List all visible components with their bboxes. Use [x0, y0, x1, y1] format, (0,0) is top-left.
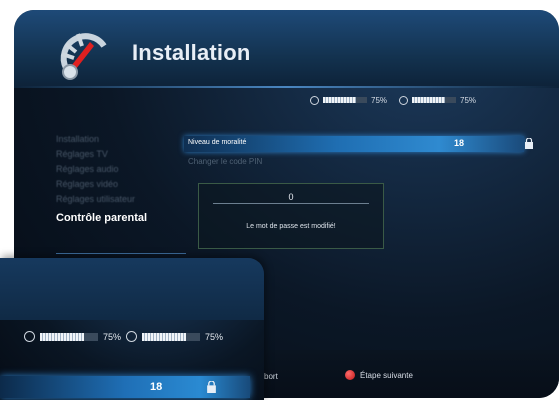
- inset-signal-strength-fill: [40, 332, 84, 341]
- menu-item-installation[interactable]: Installation: [56, 132, 168, 147]
- inset-signal-strength-icon: [24, 331, 35, 342]
- maturity-level-value: 18: [453, 138, 464, 148]
- menu-item-video[interactable]: Réglages vidéo: [56, 177, 168, 192]
- signal-strength-icon: [310, 95, 319, 105]
- zoomed-inset: 75% 75% 18: [0, 258, 264, 400]
- inset-signal-strength-value: 75%: [103, 331, 122, 342]
- header-bar: Installation: [14, 10, 559, 88]
- signal-quality-value: 75%: [460, 95, 477, 105]
- inset-signal-strength-bar: [40, 332, 98, 341]
- pin-input-line: [213, 203, 369, 204]
- signal-strength-bar: [323, 97, 367, 103]
- next-step-button[interactable]: Étape suivante: [345, 370, 413, 380]
- inset-signal-quality-fill: [142, 332, 186, 341]
- inset-signal-quality-icon: [126, 331, 138, 342]
- lock-icon: [525, 138, 533, 149]
- inset-signal-quality-value: 75%: [205, 331, 224, 342]
- change-pin-option[interactable]: Changer le code PIN: [184, 157, 524, 166]
- inset-header: [0, 258, 264, 320]
- menu-item-parental-control[interactable]: Contrôle parental: [56, 211, 168, 226]
- footer-back-label[interactable]: bort: [264, 372, 278, 381]
- signal-indicator: 75% 75%: [310, 92, 484, 108]
- red-button-icon: [345, 370, 355, 380]
- signal-quality-bar: [412, 97, 457, 103]
- installation-gauge-icon: [60, 33, 107, 80]
- signal-strength-fill: [323, 97, 356, 103]
- menu-item-user[interactable]: Réglages utilisateur: [56, 192, 168, 207]
- next-step-label: Étape suivante: [360, 370, 413, 380]
- parental-settings: Niveau de moralité 18 Changer le code PI…: [184, 136, 533, 166]
- menu-item-audio[interactable]: Réglages audio: [56, 162, 168, 177]
- inset-maturity-level-row: 18: [0, 376, 250, 398]
- inset-maturity-level-value: 18: [150, 381, 163, 393]
- inset-signal-indicator: 75% 75%: [24, 331, 223, 342]
- pin-changed-message: Le mot de passe est modifié!: [246, 223, 336, 230]
- page-title: Installation: [132, 40, 251, 65]
- signal-quality-icon: [399, 95, 409, 105]
- signal-strength-value: 75%: [371, 95, 388, 105]
- sidebar-menu: Installation Réglages TV Réglages audio …: [56, 132, 168, 226]
- menu-item-tv[interactable]: Réglages TV: [56, 147, 168, 162]
- menu-selection-underline: [56, 253, 186, 254]
- maturity-level-label: Niveau de moralité: [188, 139, 247, 146]
- pin-field-value: 0: [288, 192, 294, 202]
- signal-quality-fill: [412, 97, 446, 103]
- inset-signal-quality-bar: [142, 332, 201, 341]
- inset-lock-icon: [207, 381, 216, 393]
- maturity-level-row[interactable]: Niveau de moralité 18: [184, 136, 533, 152]
- pin-changed-dialog: 0 Le mot de passe est modifié!: [198, 183, 384, 249]
